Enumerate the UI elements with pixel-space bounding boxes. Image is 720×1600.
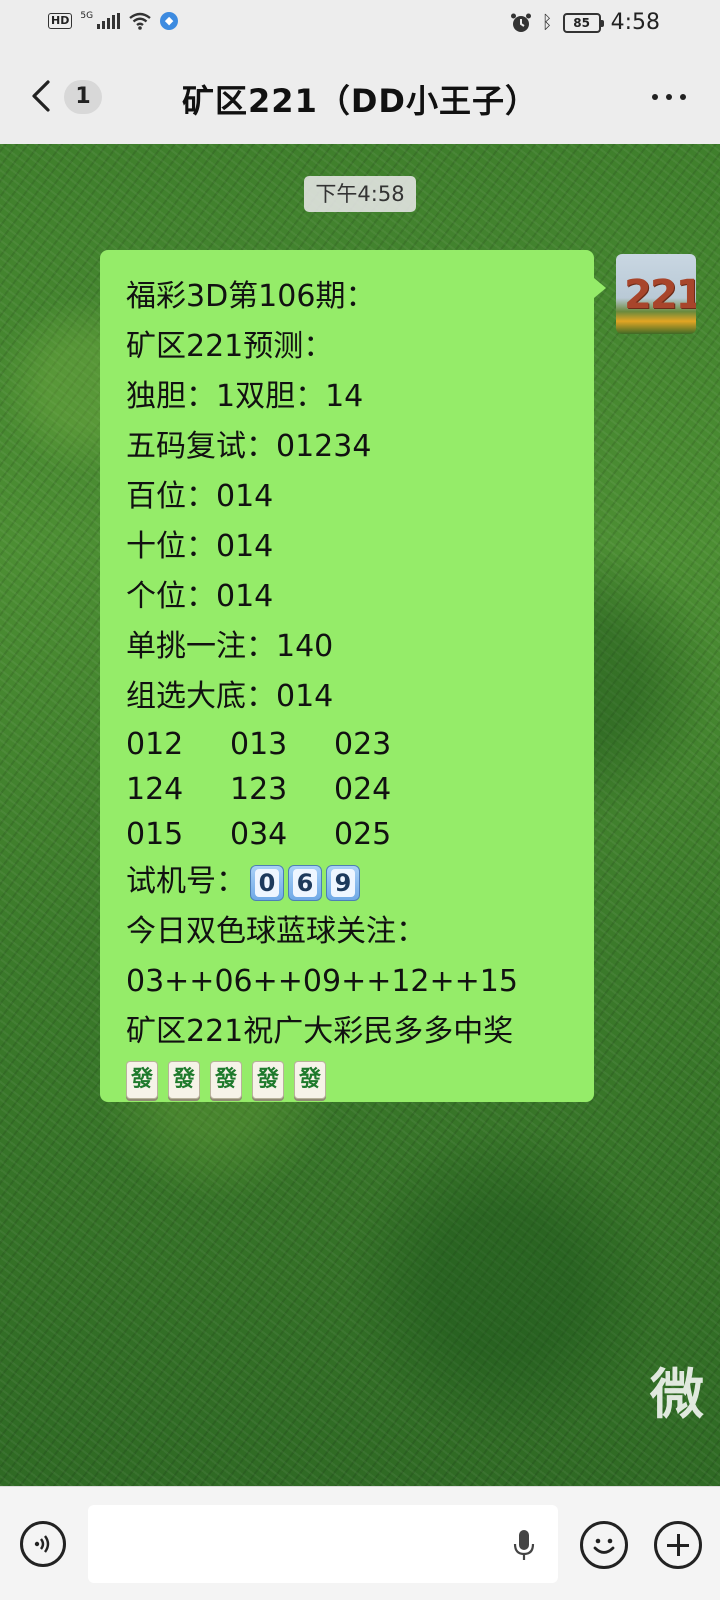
- mahjong-fa-icon: 發: [252, 1061, 284, 1099]
- avatar[interactable]: 221: [616, 254, 696, 334]
- hd-badge: HD: [48, 13, 73, 29]
- more-icon[interactable]: [652, 94, 686, 100]
- trial-label: 试机号：: [126, 864, 246, 899]
- keycap-digit: 9: [331, 868, 355, 897]
- status-bar: HD 5G ◆ ᛒ 85 4:58: [0, 0, 720, 48]
- status-left: HD 5G ◆: [48, 11, 179, 30]
- message-line: 福彩3D第106期：: [126, 279, 376, 314]
- bluetooth-icon: ᛒ: [541, 12, 553, 33]
- mic-icon[interactable]: [512, 1529, 536, 1563]
- alarm-icon: [510, 13, 531, 32]
- message-line: 矿区221祝广大彩民多多中奖: [126, 1014, 514, 1049]
- battery-indicator: 85: [562, 12, 604, 33]
- message-line: 03++06++09++12++15: [126, 964, 518, 999]
- combo-row: 015 034 025: [126, 812, 574, 857]
- network-app-icon: ◆: [160, 12, 179, 30]
- combo-value: 025: [334, 817, 392, 852]
- mahjong-tiles: 發 發 發 發 發: [126, 1061, 574, 1099]
- combo-value: 123: [230, 772, 288, 807]
- message-line: 今日双色球蓝球关注：: [126, 914, 426, 949]
- chat-header: 1 矿区221（DD小王子）: [0, 48, 720, 144]
- network-type: 5G: [80, 11, 94, 21]
- input-bar: [0, 1486, 720, 1600]
- message-line: 个位：014: [126, 579, 274, 614]
- background-watermark: 微: [650, 1363, 704, 1426]
- wifi-icon: [129, 12, 151, 30]
- add-icon[interactable]: [654, 1521, 702, 1569]
- message-line: 五码复试：01234: [126, 429, 372, 464]
- message-line: 组选大底：014: [126, 679, 334, 714]
- signal-icon: [97, 13, 121, 29]
- chat-title: 矿区221（DD小王子）: [182, 82, 538, 120]
- message-line: 百位：014: [126, 479, 274, 514]
- message-line: 独胆：1双胆：14: [126, 379, 364, 414]
- combo-row: 124 123 024: [126, 767, 574, 812]
- keycap-digit-icon: 9: [326, 864, 360, 901]
- mahjong-fa-icon: 發: [210, 1061, 242, 1099]
- trial-digits: 0 6 9: [250, 864, 360, 901]
- message-line: 单挑一注：140: [126, 629, 334, 664]
- emoji-icon[interactable]: [580, 1521, 628, 1569]
- combo-value: 124: [126, 772, 184, 807]
- keycap-digit: 0: [255, 868, 279, 897]
- keycap-digit-icon: 0: [250, 864, 284, 901]
- voice-icon[interactable]: [20, 1521, 66, 1567]
- message-line: 矿区221预测：: [126, 329, 334, 364]
- avatar-text: 221: [624, 272, 696, 318]
- combo-value: 012: [126, 727, 184, 762]
- message-line: 十位：014: [126, 529, 274, 564]
- combo-row: 012 013 023: [126, 722, 574, 767]
- status-time: 4:58: [610, 10, 660, 35]
- mahjong-fa-icon: 發: [168, 1061, 200, 1099]
- combo-value: 034: [230, 817, 288, 852]
- mahjong-fa-icon: 發: [294, 1061, 326, 1099]
- combo-value: 013: [230, 727, 288, 762]
- combo-value: 015: [126, 817, 184, 852]
- message-timestamp: 下午4:58: [304, 176, 416, 212]
- combo-value: 023: [334, 727, 392, 762]
- message-bubble[interactable]: 福彩3D第106期： 矿区221预测： 独胆：1双胆：14 五码复试：01234…: [100, 250, 606, 1102]
- keycap-digit-icon: 6: [288, 864, 322, 901]
- mahjong-fa-icon: 發: [126, 1061, 158, 1099]
- combo-value: 024: [334, 772, 392, 807]
- trial-number-line: 试机号： 0 6 9: [126, 857, 574, 907]
- status-right: ᛒ 85 4:58: [510, 10, 660, 35]
- message-input[interactable]: [88, 1505, 558, 1583]
- chat-area[interactable]: 下午4:58 221 福彩3D第106期： 矿区221预测： 独胆：1双胆：14…: [0, 144, 720, 1486]
- keycap-digit: 6: [293, 868, 317, 897]
